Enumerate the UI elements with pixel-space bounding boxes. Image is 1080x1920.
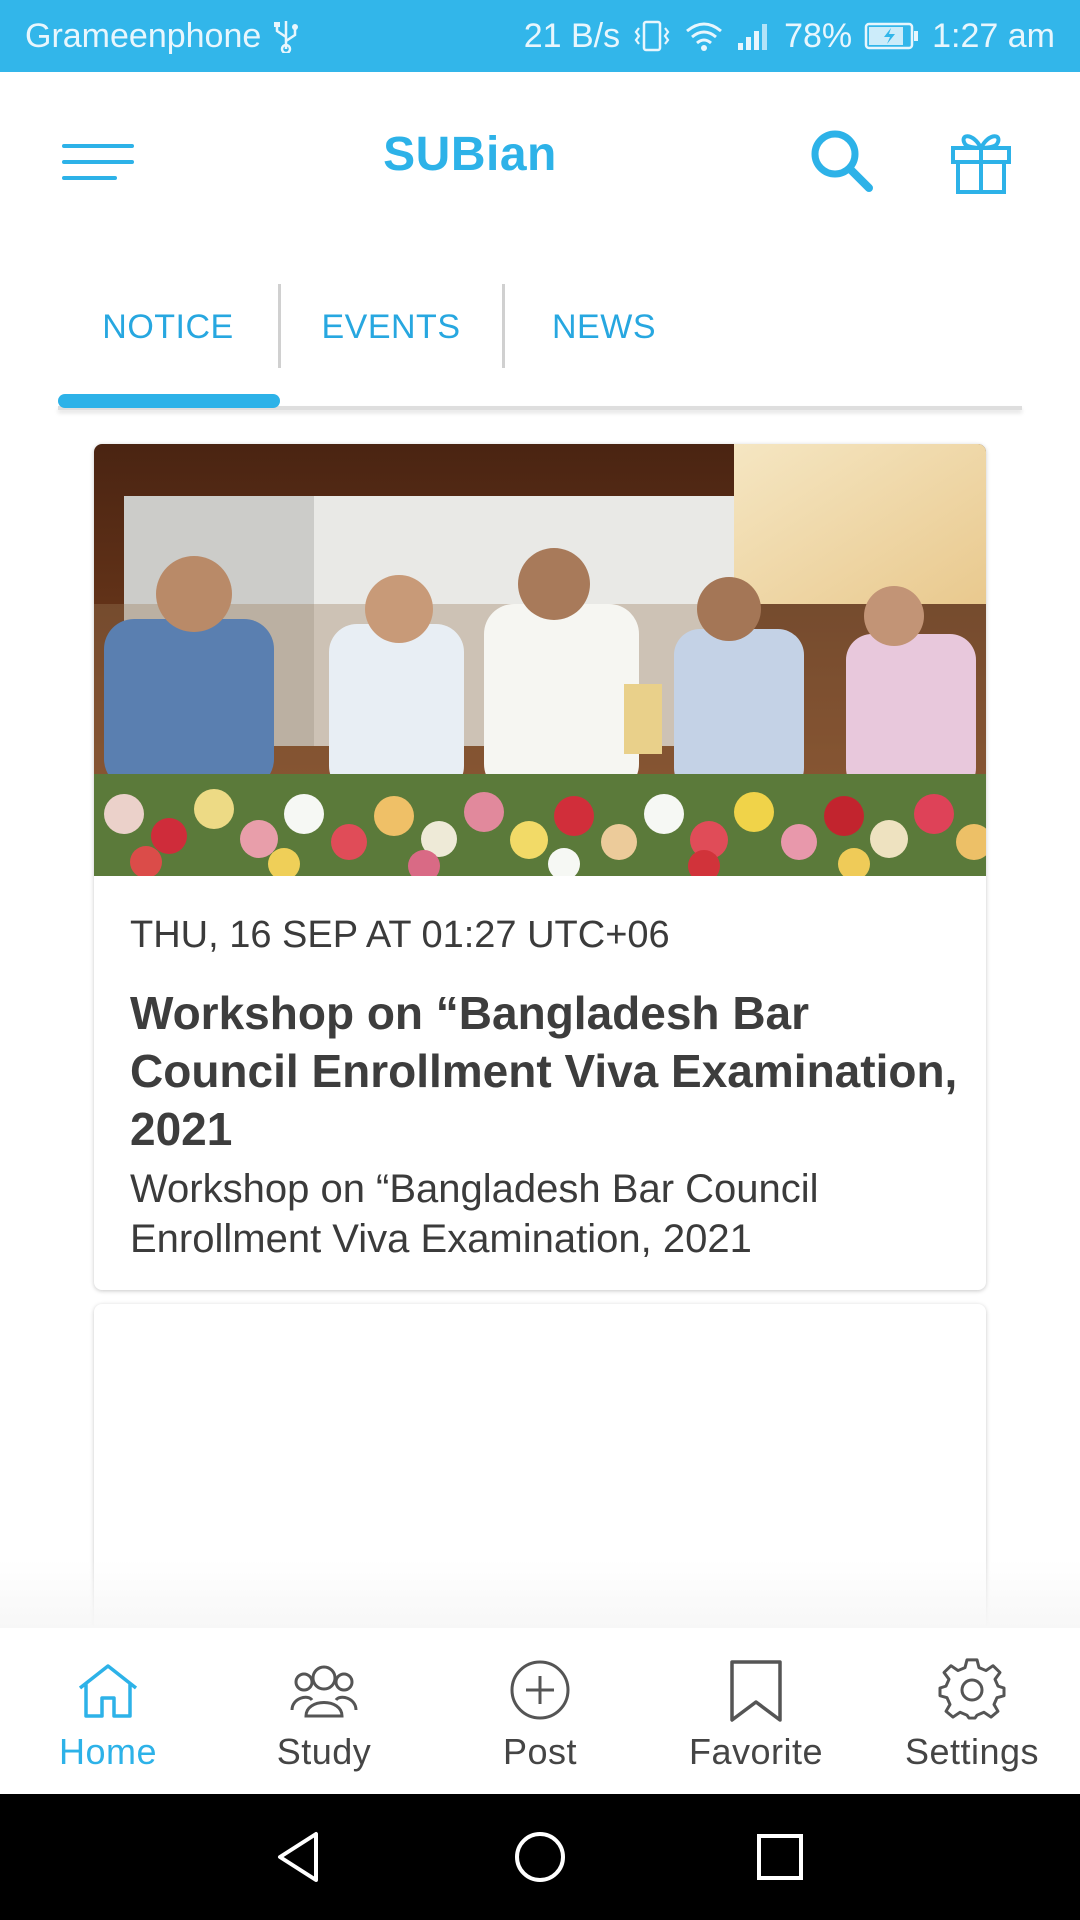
- wifi-icon: [684, 19, 724, 53]
- vibrate-icon: [632, 19, 672, 53]
- recents-icon: [757, 1834, 803, 1880]
- network-speed: 21 B/s: [523, 16, 621, 55]
- system-navigation-bar: [0, 1794, 1080, 1920]
- add-circle-icon: [510, 1660, 570, 1720]
- tab-bar: NOTICE EVENTS NEWS: [58, 282, 1022, 412]
- home-icon: [78, 1664, 138, 1718]
- bookmark-icon: [730, 1660, 782, 1722]
- nav-settings-label: Settings: [904, 1731, 1040, 1772]
- notice-card[interactable]: THU, 16 SEP AT 01:27 UTC+06 Workshop on …: [94, 444, 986, 1290]
- nav-home-label: Home: [58, 1731, 158, 1772]
- event-photo: [94, 444, 986, 876]
- study-group-icon: [290, 1665, 358, 1718]
- gift-icon: [951, 134, 1011, 194]
- battery-charging-icon: [864, 21, 920, 51]
- notice-title: Workshop on “Bangladesh Bar Council Enro…: [130, 987, 958, 1155]
- status-bar: Grameenphone 21 B/s 78% 1:27 am: [0, 0, 1080, 72]
- nav-post[interactable]: Post: [432, 1628, 648, 1794]
- nav-favorite[interactable]: Favorite: [648, 1628, 864, 1794]
- nav-home[interactable]: Home: [0, 1628, 216, 1794]
- gift-button[interactable]: [945, 124, 1017, 196]
- battery-percent: 78%: [784, 16, 853, 55]
- search-icon: [811, 130, 873, 192]
- tab-events[interactable]: EVENTS: [280, 282, 502, 372]
- system-home-button[interactable]: [505, 1822, 575, 1892]
- bottom-navigation: Home Study Post Favorite Settings: [0, 1628, 1080, 1794]
- app-bar: SUBian: [0, 72, 1080, 242]
- tab-news[interactable]: NEWS: [504, 282, 704, 372]
- nav-study-label: Study: [276, 1731, 372, 1772]
- nav-post-label: Post: [502, 1731, 578, 1772]
- bottom-fade: [0, 1560, 1080, 1628]
- system-back-button[interactable]: [266, 1822, 336, 1892]
- nav-favorite-label: Favorite: [688, 1731, 824, 1772]
- app-title: SUBian: [383, 128, 557, 181]
- clock: 1:27 am: [932, 16, 1055, 55]
- usb-icon: [273, 19, 299, 53]
- system-recents-button[interactable]: [745, 1822, 815, 1892]
- nav-study[interactable]: Study: [216, 1628, 432, 1794]
- search-button[interactable]: [805, 124, 877, 196]
- screen: Grameenphone 21 B/s 78% 1:27 am SUBian N…: [0, 0, 1080, 1920]
- tab-active-indicator: [58, 394, 280, 408]
- gear-icon: [938, 1658, 1006, 1720]
- notice-date: THU, 16 SEP AT 01:27 UTC+06: [130, 914, 670, 956]
- signal-icon: [736, 21, 772, 51]
- nav-settings[interactable]: Settings: [864, 1628, 1080, 1794]
- carrier-label: Grameenphone: [25, 16, 262, 55]
- tab-notice[interactable]: NOTICE: [58, 282, 278, 372]
- home-circle-icon: [515, 1832, 565, 1882]
- back-icon: [278, 1832, 318, 1882]
- notice-body: Workshop on “Bangladesh Bar Council Enro…: [130, 1167, 819, 1261]
